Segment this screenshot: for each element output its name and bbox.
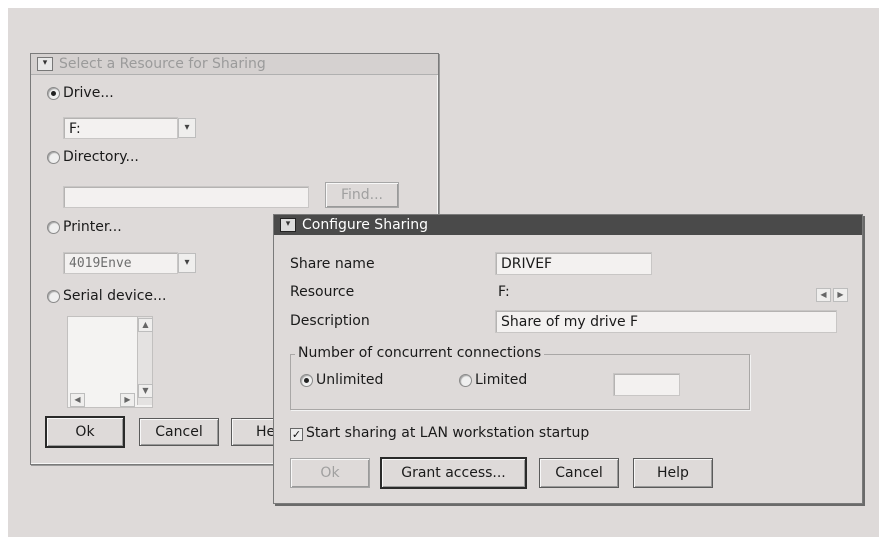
limited-radio[interactable]: Limited (459, 372, 527, 388)
vertical-scrollbar[interactable]: ▲ ▼ (137, 317, 153, 405)
chevron-down-icon: ▾ (184, 257, 190, 268)
limited-radio-label: Limited (475, 372, 528, 388)
printer-radio-label: Printer... (63, 219, 122, 235)
directory-radio[interactable]: Directory... (47, 149, 139, 165)
ok-button[interactable]: Ok (45, 416, 125, 448)
radio-selected-icon (47, 86, 60, 100)
ok-button-label: Ok (75, 424, 95, 440)
resource-label: Resource (290, 284, 355, 300)
serial-device-radio-label: Serial device... (63, 288, 167, 304)
radio-unselected-icon (459, 373, 472, 387)
help-button-label: Help (657, 465, 689, 481)
configure-sharing-titlebar[interactable]: ▾ Configure Sharing (274, 215, 862, 235)
scroll-left-icon[interactable]: ◀ (70, 393, 85, 407)
directory-input[interactable] (63, 186, 309, 208)
select-resource-titlebar[interactable]: ▾ Select a Resource for Sharing (31, 54, 438, 75)
chevron-down-icon: ▾ (184, 122, 190, 133)
unlimited-radio[interactable]: Unlimited (300, 372, 383, 388)
directory-radio-label: Directory... (63, 149, 139, 165)
configure-sharing-window: ▾ Configure Sharing Share name DRIVEF Re… (273, 214, 863, 504)
ok-button[interactable]: Ok (290, 458, 370, 488)
drive-radio[interactable]: Drive... (47, 85, 114, 101)
drive-dropdown-button[interactable]: ▾ (178, 118, 196, 138)
resource-value: F: (498, 284, 510, 300)
window-title: Configure Sharing (302, 217, 429, 233)
scroll-up-icon[interactable]: ▲ (138, 318, 153, 332)
serial-device-radio[interactable]: Serial device... (47, 288, 166, 304)
radio-unselected-icon (47, 150, 60, 164)
unlimited-radio-label: Unlimited (316, 372, 384, 388)
radio-unselected-icon (47, 289, 60, 303)
scroll-down-icon[interactable]: ▼ (138, 384, 153, 398)
help-button[interactable]: Help (633, 458, 713, 488)
limited-count-input[interactable] (613, 373, 680, 396)
ok-button-label: Ok (320, 465, 340, 481)
start-sharing-label: Start sharing at LAN workstation startup (306, 425, 590, 441)
share-name-label: Share name (290, 256, 375, 272)
grant-access-button[interactable]: Grant access... (380, 457, 527, 489)
connections-group-label: Number of concurrent connections (295, 345, 545, 361)
description-label: Description (290, 313, 370, 329)
system-menu-icon[interactable]: ▾ (280, 218, 296, 232)
scroll-left-icon[interactable]: ◀ (816, 288, 831, 302)
window-title: Select a Resource for Sharing (59, 56, 266, 72)
cancel-button-label: Cancel (155, 424, 203, 440)
drive-radio-label: Drive... (63, 85, 114, 101)
printer-combo-field[interactable]: 4019Enve (63, 252, 178, 274)
grant-access-button-label: Grant access... (401, 465, 506, 481)
start-sharing-checkbox[interactable]: ✓ (290, 428, 303, 441)
scroll-right-icon[interactable]: ▶ (833, 288, 848, 302)
find-button[interactable]: Find... (325, 182, 399, 208)
radio-selected-icon (300, 373, 313, 387)
share-name-input[interactable]: DRIVEF (495, 252, 652, 275)
radio-unselected-icon (47, 220, 60, 234)
cancel-button-label: Cancel (555, 465, 603, 481)
cancel-button[interactable]: Cancel (539, 458, 619, 488)
scroll-right-icon[interactable]: ▶ (120, 393, 135, 407)
cancel-button[interactable]: Cancel (139, 418, 219, 446)
description-input[interactable]: Share of my drive F (495, 310, 837, 333)
printer-radio[interactable]: Printer... (47, 219, 122, 235)
serial-device-list[interactable]: ▲ ▼ ◀ ▶ (67, 316, 153, 408)
drive-combo-field[interactable]: F: (63, 117, 178, 139)
printer-dropdown-button[interactable]: ▾ (178, 253, 196, 273)
system-menu-icon[interactable]: ▾ (37, 57, 53, 71)
